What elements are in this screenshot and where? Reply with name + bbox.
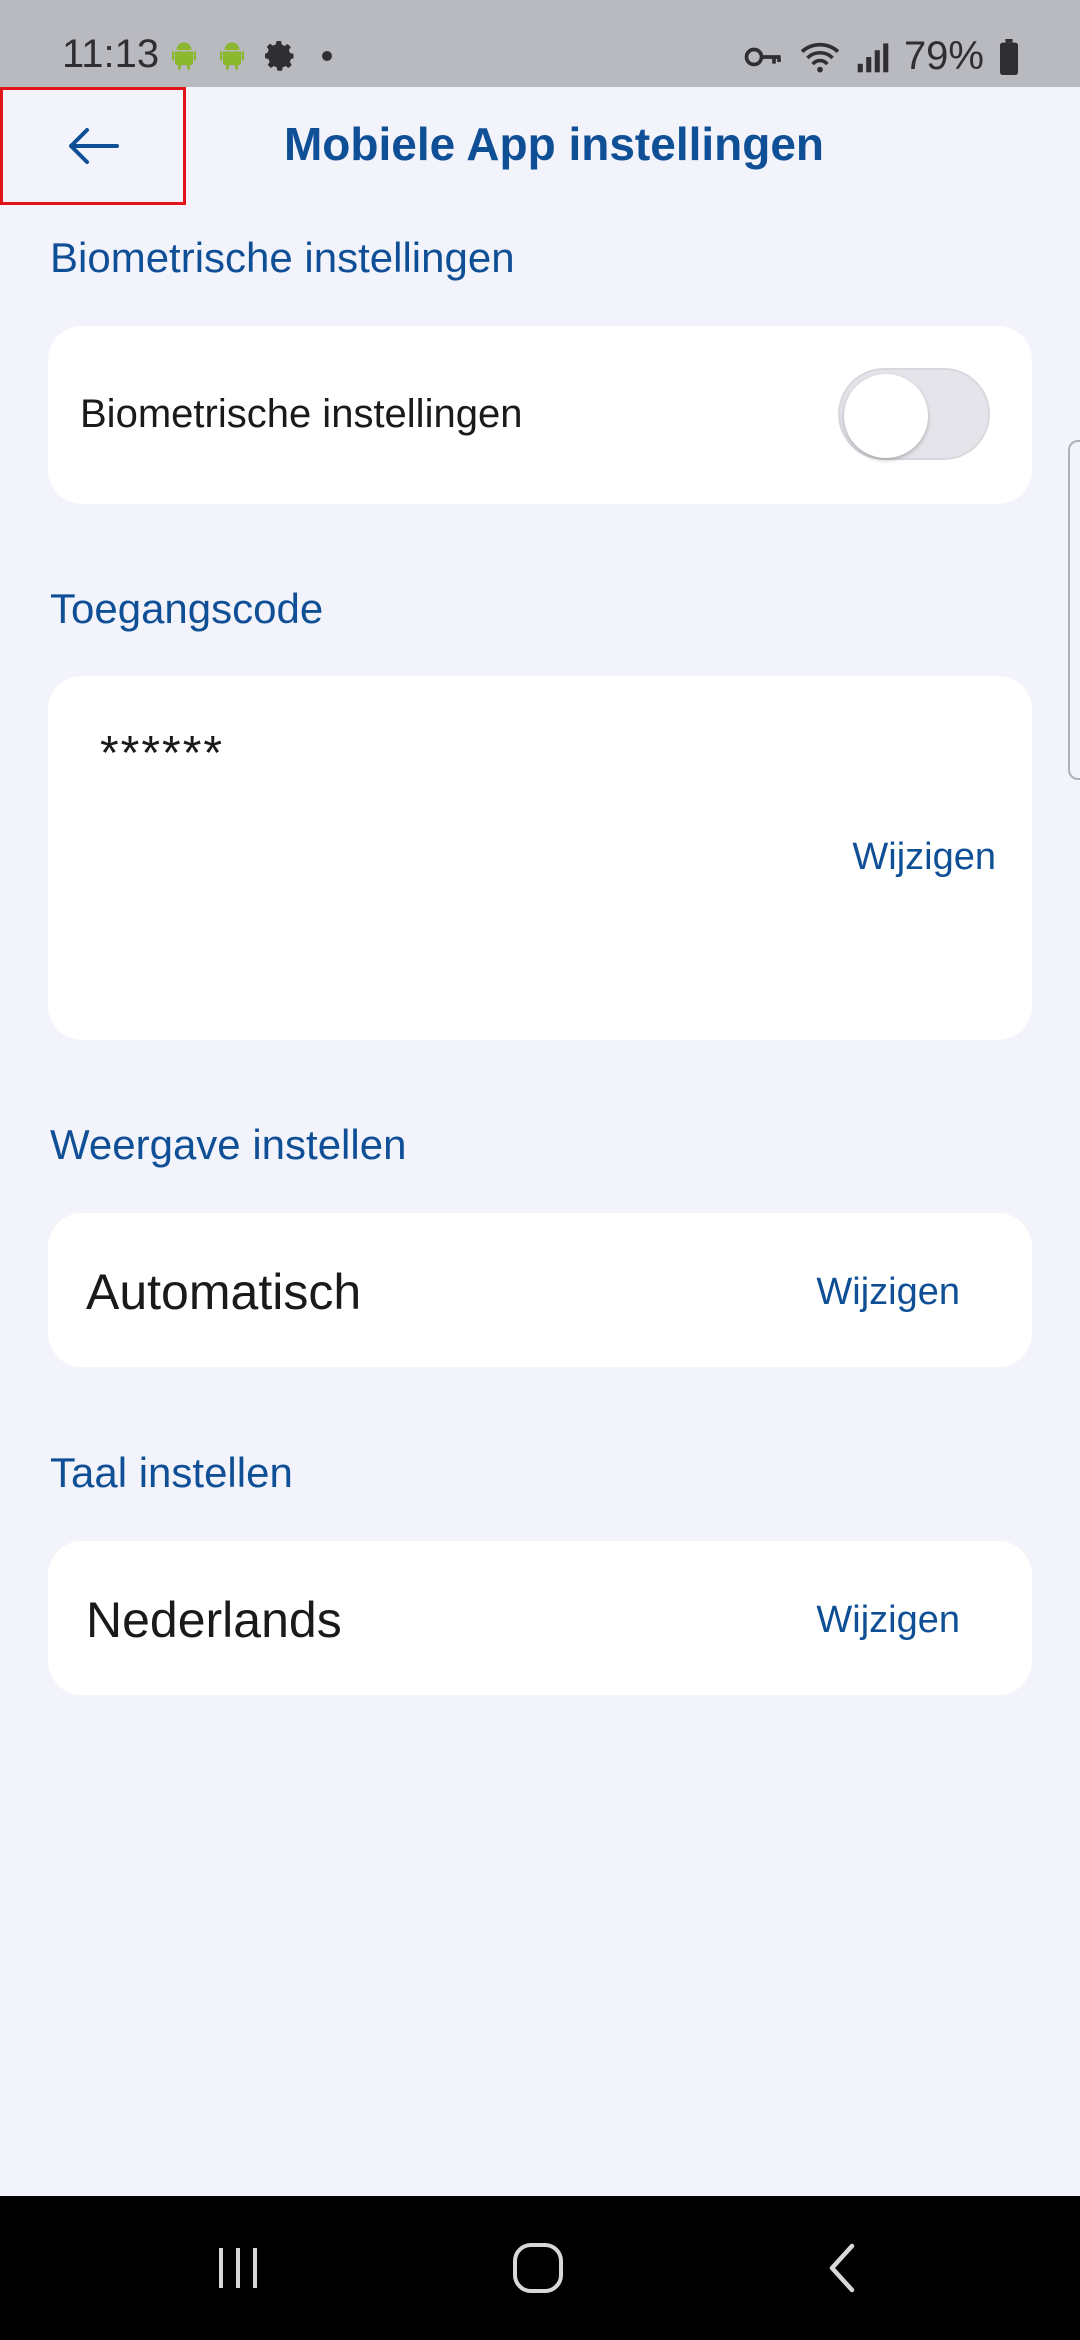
- home-button[interactable]: [478, 2226, 598, 2310]
- scrollbar[interactable]: [1068, 440, 1080, 780]
- passcode-change-link[interactable]: Wijzigen: [852, 836, 996, 879]
- nav-back-button[interactable]: [782, 2226, 902, 2310]
- app-bar: Mobiele App instellingen: [0, 87, 1080, 205]
- display-value: Automatisch: [86, 1264, 362, 1320]
- dot-icon: [322, 51, 332, 61]
- home-icon: [513, 2243, 563, 2293]
- display-card: Automatisch Wijzigen: [48, 1213, 1032, 1367]
- back-icon: [829, 2243, 855, 2293]
- status-bar: 11:13 79%: [0, 0, 1080, 87]
- status-time: 11:13: [62, 32, 160, 76]
- recents-button[interactable]: [178, 2226, 298, 2310]
- section-title-language: Taal instellen: [50, 1449, 293, 1496]
- toggle-knob: [844, 374, 928, 458]
- biometric-card: Biometrische instellingen: [48, 326, 1032, 504]
- page-title: Mobiele App instellingen: [283, 118, 825, 170]
- biometric-label: Biometrische instellingen: [80, 392, 523, 436]
- android-icon: [172, 42, 196, 70]
- android-icon: [220, 42, 244, 70]
- display-change-link[interactable]: Wijzigen: [816, 1271, 960, 1314]
- wifi-icon: [800, 42, 840, 72]
- notification-icons: [166, 38, 332, 74]
- battery-icon: [1000, 38, 1018, 75]
- passcode-card: ****** Wijzigen: [48, 676, 1032, 1040]
- system-icons: 79%: [744, 34, 1020, 79]
- language-change-link[interactable]: Wijzigen: [816, 1599, 960, 1642]
- language-card: Nederlands Wijzigen: [48, 1541, 1032, 1695]
- language-value: Nederlands: [86, 1592, 342, 1648]
- section-title-passcode: Toegangscode: [50, 585, 324, 632]
- section-title-display: Weergave instellen: [50, 1121, 407, 1168]
- key-icon: [744, 47, 781, 66]
- signal-icon: [857, 42, 889, 72]
- section-title-biometric: Biometrische instellingen: [50, 234, 515, 281]
- gear-icon: [265, 41, 294, 71]
- navigation-bar: [0, 2196, 1080, 2340]
- battery-percentage: 79%: [903, 34, 984, 78]
- passcode-value: ******: [100, 727, 225, 780]
- biometric-toggle[interactable]: [838, 368, 990, 460]
- recents-icon: [219, 2248, 257, 2288]
